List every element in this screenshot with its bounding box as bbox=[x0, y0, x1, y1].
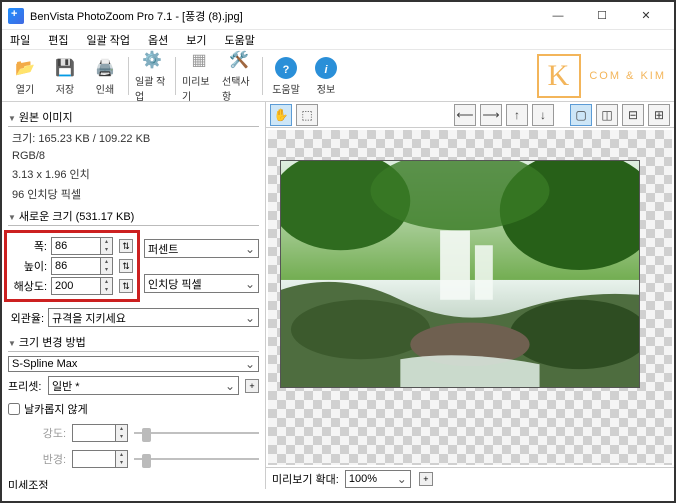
save-icon: 💾 bbox=[53, 56, 77, 80]
batch-button[interactable]: ⚙️일괄 작업 bbox=[133, 46, 171, 105]
section-newsize[interactable]: 새로운 크기 (531.17 KB) bbox=[8, 207, 259, 226]
minimize-button[interactable]: — bbox=[536, 2, 580, 30]
resolution-input[interactable] bbox=[51, 277, 101, 295]
resolution-spinner[interactable]: ▴▾ bbox=[101, 277, 113, 295]
strength-input bbox=[72, 424, 116, 442]
sharp-checkbox[interactable] bbox=[8, 403, 20, 415]
highlight-box: 폭: ▴▾ ⇅ 높이: ▴▾ ⇅ 해상도: ▴▾ ⇅ bbox=[4, 230, 140, 302]
maximize-button[interactable]: ☐ bbox=[580, 2, 624, 30]
info-dpi: 96 인치당 픽셀 bbox=[12, 186, 259, 202]
info-filesize: 크기: 165.23 KB / 109.22 KB bbox=[12, 130, 259, 146]
separator bbox=[175, 57, 176, 95]
preview-image bbox=[280, 160, 640, 388]
preview-icon: ▦ bbox=[187, 48, 211, 72]
preset-save-icon[interactable]: + bbox=[245, 379, 259, 393]
info-icon: i bbox=[314, 56, 338, 80]
strength-spinner: ▴▾ bbox=[116, 424, 128, 442]
label-aspect: 외관율: bbox=[8, 310, 44, 326]
watermark: K COM & KIM bbox=[537, 54, 666, 98]
zoom-select[interactable]: 100% bbox=[345, 470, 411, 488]
info-button[interactable]: i정보 bbox=[307, 54, 345, 98]
label-preset: 프리셋: bbox=[8, 378, 44, 394]
lock-height-icon[interactable]: ⇅ bbox=[119, 259, 133, 273]
help-button[interactable]: ?도움말 bbox=[267, 54, 305, 98]
nav-left-button[interactable]: ⟵ bbox=[454, 104, 476, 126]
section-original[interactable]: 원본 이미지 bbox=[8, 108, 259, 127]
menu-file[interactable]: 파일 bbox=[6, 30, 34, 50]
crop-icon: 🛠️ bbox=[227, 48, 251, 72]
info-color: RGB/8 bbox=[12, 150, 259, 162]
print-icon: 🖨️ bbox=[93, 56, 117, 80]
layout-split-v-button[interactable]: ⊟ bbox=[622, 104, 644, 126]
menu-edit[interactable]: 편집 bbox=[44, 30, 72, 50]
section-method[interactable]: 크기 변경 방법 bbox=[8, 333, 259, 352]
label-strength: 강도: bbox=[8, 425, 66, 441]
crop-button[interactable]: 🛠️선택사항 bbox=[220, 46, 258, 105]
canvas-checker[interactable] bbox=[268, 130, 672, 465]
help-icon: ? bbox=[274, 56, 298, 80]
label-height: 높이: bbox=[11, 258, 47, 274]
select-tool-button[interactable]: ⬚ bbox=[296, 104, 318, 126]
label-preview-zoom: 미리보기 확대: bbox=[272, 471, 339, 487]
info-dimensions: 3.13 x 1.96 인치 bbox=[12, 166, 259, 182]
status-bar: 미리보기 확대: 100% + bbox=[266, 467, 674, 489]
radius-spinner: ▴▾ bbox=[116, 450, 128, 468]
layout-single-button[interactable]: ▢ bbox=[570, 104, 592, 126]
menu-batch[interactable]: 일괄 작업 bbox=[83, 30, 135, 50]
hand-tool-button[interactable]: ✋ bbox=[270, 104, 292, 126]
lock-width-icon[interactable]: ⇅ bbox=[119, 239, 133, 253]
label-width: 폭: bbox=[11, 238, 47, 254]
separator bbox=[262, 57, 263, 95]
settings-panel: 원본 이미지 크기: 165.23 KB / 109.22 KB RGB/8 3… bbox=[2, 102, 266, 489]
separator bbox=[128, 57, 129, 95]
gear-icon: ⚙️ bbox=[140, 48, 164, 72]
aspect-select[interactable]: 규격을 지키세요 bbox=[48, 308, 259, 327]
strength-slider bbox=[134, 426, 259, 440]
label-fine: 미세조정 bbox=[8, 477, 259, 489]
menu-bar: 파일 편집 일괄 작업 옵션 보기 도움말 bbox=[2, 30, 674, 50]
window-title: BenVista PhotoZoom Pro 7.1 - [풍경 (8).jpg… bbox=[30, 8, 536, 24]
method-select[interactable]: S-Spline Max bbox=[8, 356, 259, 372]
preset-select[interactable]: 일반 * bbox=[48, 376, 239, 395]
layout-split-h-button[interactable]: ◫ bbox=[596, 104, 618, 126]
label-radius: 반경: bbox=[8, 451, 66, 467]
radius-input bbox=[72, 450, 116, 468]
lock-resolution-icon[interactable]: ⇅ bbox=[119, 279, 133, 293]
open-button[interactable]: 📂열기 bbox=[6, 54, 44, 98]
unit-resolution-select[interactable]: 인치당 픽셀 bbox=[144, 274, 259, 293]
app-icon bbox=[8, 8, 24, 24]
close-button[interactable]: ✕ bbox=[624, 2, 668, 30]
height-spinner[interactable]: ▴▾ bbox=[101, 257, 113, 275]
nav-down-button[interactable]: ↓ bbox=[532, 104, 554, 126]
svg-text:?: ? bbox=[283, 64, 290, 76]
folder-open-icon: 📂 bbox=[13, 56, 37, 80]
layout-grid-button[interactable]: ⊞ bbox=[648, 104, 670, 126]
nav-right-button[interactable]: ⟶ bbox=[480, 104, 502, 126]
preview-button[interactable]: ▦미리보기 bbox=[180, 46, 218, 105]
width-spinner[interactable]: ▴▾ bbox=[101, 237, 113, 255]
label-sharp: 날카롭지 않게 bbox=[24, 401, 88, 417]
watermark-logo: K bbox=[537, 54, 581, 98]
nav-up-button[interactable]: ↑ bbox=[506, 104, 528, 126]
zoom-lock-icon[interactable]: + bbox=[419, 472, 433, 486]
height-input[interactable] bbox=[51, 257, 101, 275]
label-resolution: 해상도: bbox=[11, 278, 47, 294]
print-button[interactable]: 🖨️인쇄 bbox=[86, 54, 124, 98]
title-bar: BenVista PhotoZoom Pro 7.1 - [풍경 (8).jpg… bbox=[2, 2, 674, 30]
save-button[interactable]: 💾저장 bbox=[46, 54, 84, 98]
radius-slider bbox=[134, 452, 259, 466]
watermark-text: COM & KIM bbox=[589, 70, 666, 82]
canvas-toolbar: ✋ ⬚ ⟵ ⟶ ↑ ↓ ▢ ◫ ⊟ ⊞ bbox=[266, 102, 674, 128]
main-toolbar: 📂열기 💾저장 🖨️인쇄 ⚙️일괄 작업 ▦미리보기 🛠️선택사항 ?도움말 i… bbox=[2, 50, 674, 102]
canvas-area: ✋ ⬚ ⟵ ⟶ ↑ ↓ ▢ ◫ ⊟ ⊞ bbox=[266, 102, 674, 489]
width-input[interactable] bbox=[51, 237, 101, 255]
unit-size-select[interactable]: 퍼센트 bbox=[144, 239, 259, 258]
